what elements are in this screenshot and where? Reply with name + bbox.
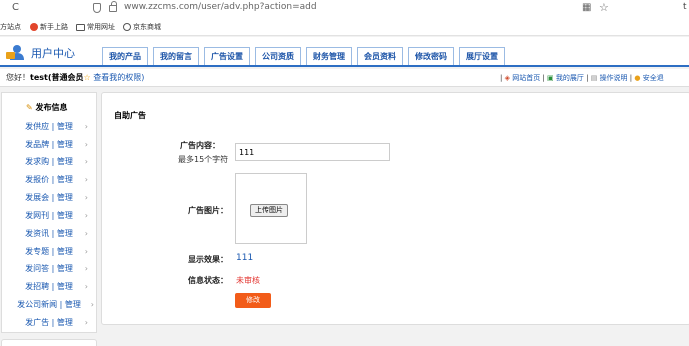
- user-center-title: 用户中心: [31, 47, 75, 60]
- ad-content-hint: 最多15个字符: [178, 155, 229, 164]
- site-icon: [30, 23, 38, 31]
- sidebar-item-news[interactable]: 发资讯 | 管理 ›: [2, 226, 96, 242]
- bookmark-item[interactable]: 新手上路: [30, 22, 68, 32]
- my-showroom-link[interactable]: 我的展厅: [556, 74, 584, 82]
- lock-icon[interactable]: [109, 1, 117, 12]
- sidebar-item-topic[interactable]: 发专题 | 管理 ›: [2, 244, 96, 260]
- main-panel: 自助广告 广告内容： 最多15个字符 广告图片： 上传图片 显示效果： 111 …: [101, 92, 689, 325]
- upload-image-button[interactable]: 上传图片: [250, 204, 288, 217]
- chevron-right-icon: ›: [84, 318, 88, 327]
- status-badge: 未审核: [236, 276, 260, 285]
- chevron-right-icon: ›: [84, 264, 88, 273]
- chevron-right-icon: ›: [84, 175, 88, 184]
- sidebar-item-supply[interactable]: 发供应 | 管理 ›: [2, 119, 96, 135]
- welcome-message: 您好！test(普通会员☆ 查看我的权限): [6, 73, 145, 82]
- toolbar-truncated-text: t: [683, 2, 687, 12]
- ad-image-label: 广告图片：: [188, 206, 228, 215]
- chevron-right-icon: ›: [84, 211, 88, 220]
- bookmark-item[interactable]: 常用网址: [76, 22, 115, 32]
- chevron-right-icon: ›: [84, 122, 88, 131]
- sidebar-item-ezine[interactable]: 发网刊 | 管理 ›: [2, 208, 96, 224]
- sidebar: ✎ 发布信息 发供应 | 管理 › 发品牌 | 管理 › 发求购 | 管理 › 发报价…: [1, 92, 97, 333]
- home-icon: ◈: [504, 74, 510, 82]
- star-icon: ☆: [83, 73, 91, 82]
- sidebar-item-ads[interactable]: 发广告 | 管理 ›: [2, 315, 96, 331]
- browser-address-bar: C www.zzcms.com/user/adv.php?action=add …: [0, 0, 689, 17]
- chevron-right-icon: ›: [84, 247, 88, 256]
- bookmark-item[interactable]: 京东商城: [123, 22, 161, 32]
- ad-content-input[interactable]: [235, 143, 390, 161]
- tab-company-qualification[interactable]: 公司资质: [255, 47, 301, 65]
- user-center-header: 用户中心 我的产品 我的留言 广告设置 公司资质 财务管理 会员资料 修改密码 …: [0, 37, 689, 67]
- sidebar-item-quote[interactable]: 发报价 | 管理 ›: [2, 172, 96, 188]
- user-logo-icon: [6, 45, 24, 60]
- page-title: 自助广告: [114, 111, 146, 120]
- bookmark-item[interactable]: 方站点: [0, 22, 21, 32]
- sidebar-title: ✎ 发布信息: [26, 103, 68, 112]
- tab-finance[interactable]: 财务管理: [306, 47, 352, 65]
- shield-icon[interactable]: [93, 3, 101, 13]
- sidebar-item-jobs[interactable]: 发招聘 | 管理 ›: [2, 279, 96, 295]
- showroom-icon: ▣: [547, 74, 554, 82]
- sidebar-next-panel: [1, 339, 97, 346]
- bookmark-star-icon[interactable]: ☆: [599, 1, 609, 14]
- doc-icon: ▤: [590, 74, 598, 82]
- sidebar-item-qa[interactable]: 发问答 | 管理 ›: [2, 261, 96, 277]
- chevron-right-icon: ›: [84, 193, 88, 202]
- site-home-link[interactable]: 网站首页: [512, 74, 540, 82]
- preview-value: 111: [236, 253, 254, 263]
- sidebar-item-purchase[interactable]: 发求购 | 管理 ›: [2, 154, 96, 170]
- sidebar-item-company-news[interactable]: 发公司新闻 | 管理 ›: [2, 297, 96, 313]
- image-upload-box[interactable]: 上传图片: [235, 173, 307, 244]
- tab-my-messages[interactable]: 我的留言: [153, 47, 199, 65]
- chevron-right-icon: ›: [84, 157, 88, 166]
- chevron-right-icon: ›: [84, 282, 88, 291]
- bookmarks-bar: 方站点 新手上路 常用网址 京东商城: [0, 17, 689, 36]
- chevron-right-icon: ›: [84, 229, 88, 238]
- edit-icon: ✎: [26, 103, 33, 112]
- sidebar-item-brand[interactable]: 发品牌 | 管理 ›: [2, 137, 96, 153]
- tab-member-profile[interactable]: 会员资料: [357, 47, 403, 65]
- top-links: | ◈ 网站首页 | ▣ 我的展厅 | ▤ 操作说明 | ● 安全退: [500, 74, 664, 82]
- chevron-right-icon: ›: [90, 300, 94, 309]
- tab-ad-settings[interactable]: 广告设置: [204, 47, 250, 65]
- globe-icon: [123, 23, 131, 31]
- member-type: (普通会员: [47, 73, 84, 82]
- folder-icon: [76, 23, 85, 31]
- status-label: 信息状态：: [188, 276, 228, 285]
- ad-content-label: 广告内容：: [180, 141, 220, 150]
- submit-button[interactable]: 修改: [235, 293, 271, 308]
- help-link[interactable]: 操作说明: [600, 74, 628, 82]
- username: test: [30, 73, 48, 82]
- main-nav-tabs: 我的产品 我的留言 广告设置 公司资质 财务管理 会员资料 修改密码 展厅设置: [102, 47, 505, 65]
- preview-label: 显示效果：: [188, 255, 228, 264]
- tab-my-products[interactable]: 我的产品: [102, 47, 148, 65]
- sidebar-item-exhibition[interactable]: 发展会 | 管理 ›: [2, 190, 96, 206]
- logout-link[interactable]: 安全退: [643, 74, 664, 82]
- tab-showroom-settings[interactable]: 展厅设置: [459, 47, 505, 65]
- view-permissions-link[interactable]: 查看我的权限): [93, 73, 144, 82]
- logout-icon: ●: [634, 74, 641, 82]
- qr-code-icon[interactable]: ▦: [582, 2, 591, 13]
- tab-change-password[interactable]: 修改密码: [408, 47, 454, 65]
- reload-icon[interactable]: C: [12, 2, 19, 13]
- welcome-bar: 您好！test(普通会员☆ 查看我的权限) | ◈ 网站首页 | ▣ 我的展厅 …: [0, 69, 689, 87]
- chevron-right-icon: ›: [84, 140, 88, 149]
- url-field[interactable]: www.zzcms.com/user/adv.php?action=add: [124, 2, 317, 12]
